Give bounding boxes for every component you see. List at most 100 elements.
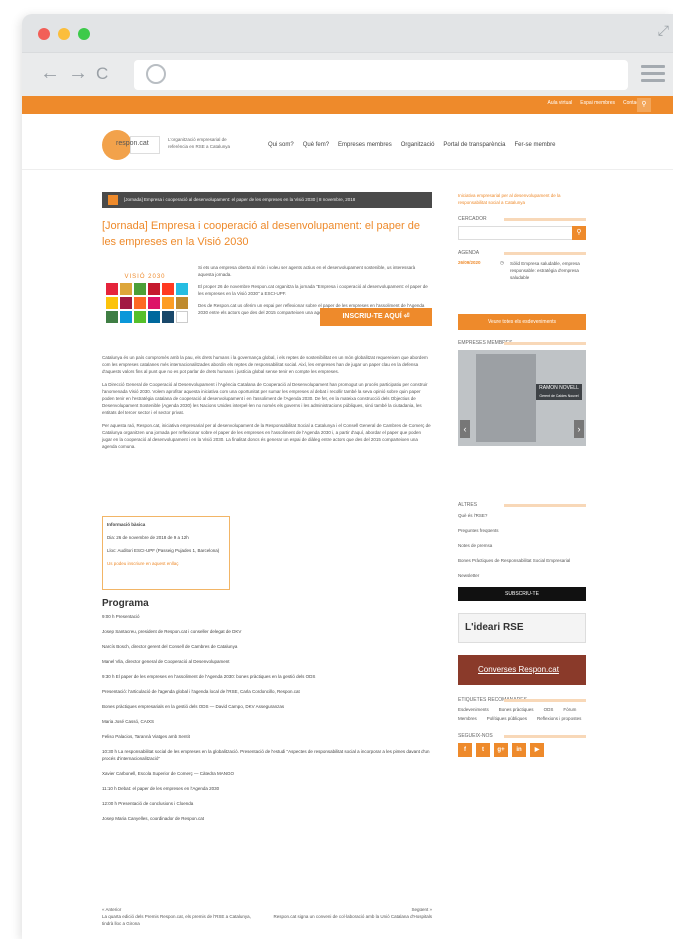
back-icon[interactable]: ← — [40, 62, 60, 85]
home-icon[interactable] — [108, 195, 118, 205]
top-link-aula[interactable]: Aula virtual — [548, 100, 573, 106]
agenda-item[interactable]: 26/09/2020 ◷ Sòlid Empresa saludable, em… — [458, 260, 586, 290]
prev-post[interactable]: « Anterior La quarta edició dels Premis … — [102, 906, 262, 927]
body-paragraph: La Direcció General de Cooperació al Des… — [102, 382, 428, 415]
programa-item: 10:30 h La responsabilitat social de les… — [102, 749, 430, 761]
member-caption: RAMON NOVELL Gerent de Caldes Nouvel — [536, 384, 582, 400]
next-post[interactable]: Següent » Respon.cat signa un conveni de… — [272, 906, 432, 920]
programa-item: Bones pràctiques empresarials en la gest… — [102, 704, 285, 709]
maximize-dot[interactable] — [78, 28, 90, 40]
breadcrumb-text: [Jornada] Empresa i cooperació al desenv… — [124, 197, 356, 202]
google-plus-icon[interactable]: g+ — [494, 743, 508, 757]
tag[interactable]: Esdeveniments — [458, 707, 489, 712]
ideari-banner[interactable]: L'ideari RSE — [458, 613, 586, 643]
tag[interactable]: ODS — [544, 707, 554, 712]
altres-item[interactable]: Bones Pràctiques de Responsabilitat Soci… — [458, 557, 586, 564]
menu-icon[interactable] — [641, 65, 665, 86]
youtube-icon[interactable]: ▶ — [530, 743, 544, 757]
altres-item[interactable]: Preguntes freqüents — [458, 527, 586, 534]
search-icon[interactable]: ⚲ — [572, 226, 586, 240]
clock-icon: ◷ — [500, 260, 504, 265]
agenda-all-button[interactable]: Veure totes els esdeveniments — [458, 314, 586, 330]
menu-item-fer-se-membre[interactable]: Fer-se membre — [514, 142, 555, 148]
forward-icon[interactable]: → — [68, 62, 88, 85]
agenda-date: 26/09/2020 — [458, 260, 481, 265]
menu-item-empreses[interactable]: Empreses membres — [338, 142, 392, 148]
tag[interactable]: Bones pràctiques — [499, 707, 534, 712]
sdg-label: VISIÓ 2030 — [124, 274, 166, 280]
tag[interactable]: Fòrum — [563, 707, 576, 712]
programa-item: Josep Maria Canyelles, coordinador de Re… — [102, 816, 205, 821]
menu-item-que-fem[interactable]: Què fem? — [303, 142, 329, 148]
ideari-text: L'ideari RSE — [465, 622, 524, 633]
browser-toolbar: ← → C — [22, 52, 673, 96]
register-button[interactable]: INSCRIU-TE AQUÍ ⏎ — [320, 308, 432, 326]
programa-item: 9:30 h El paper de les empreses en l'ass… — [102, 674, 316, 679]
programa-item: 9:00 h Presentació — [102, 614, 140, 619]
intro-paragraph: El proper 26 de novembre Respon.cat orga… — [198, 284, 428, 296]
subscribe-button[interactable]: SUBSCRIU-TE — [458, 587, 586, 601]
site-logo[interactable]: respon.cat — [102, 130, 162, 160]
main-menu: Qui som? Què fem? Empreses membres Organ… — [268, 142, 555, 148]
reload-icon[interactable]: C — [96, 64, 108, 84]
tags-heading: ETIQUETES RECOMANADES — [458, 697, 586, 703]
sidebar-intro: Iniciativa empresarial per al desenvolup… — [458, 193, 561, 205]
top-link-espai[interactable]: Espai membres — [580, 100, 615, 106]
twitter-icon[interactable]: t — [476, 743, 490, 757]
intro-paragraph: Si ets una empresa oberta al món i voleu… — [198, 265, 416, 277]
intro-section: VISIÓ 2030 Si ets una empresa oberta al … — [102, 262, 432, 352]
chevron-left-icon[interactable]: ‹ — [460, 420, 470, 438]
body-paragraph: Catalunya és un país compromès amb la pa… — [102, 355, 428, 374]
menu-item-transparencia[interactable]: Portal de transparència — [443, 142, 505, 148]
tag[interactable]: Membres — [458, 716, 477, 721]
facebook-icon[interactable]: f — [458, 743, 472, 757]
social-heading: SEGUEIX-NOS — [458, 733, 586, 739]
site-tagline: L'organització empresarial de referència… — [168, 137, 231, 149]
webpage: Aula virtual Espai membres Contacte ⚲ re… — [22, 96, 673, 939]
breadcrumb: [Jornada] Empresa i cooperació al desenv… — [102, 192, 432, 208]
search-icon[interactable]: ⚲ — [637, 98, 651, 112]
tag[interactable]: Reflexions i propostes — [537, 716, 581, 721]
info-dia: Dia: 26 de novembre de 2018 de 9 a 12h — [107, 535, 189, 540]
search-heading: CERCADOR — [458, 216, 586, 222]
social-links: f t g+ in ▶ — [458, 743, 586, 757]
expand-icon[interactable]: ⤢ — [658, 22, 669, 39]
tags-list: Esdeveniments Bones pràctiques ODS Fòrum… — [458, 707, 586, 721]
programa-item: 12:00 h Presentació de conclusions i Clo… — [102, 801, 194, 806]
info-box: Informació bàsica Dia: 26 de novembre de… — [102, 516, 230, 590]
tag[interactable]: Polítiques públiques — [487, 716, 527, 721]
menu-item-organitzacio[interactable]: Organització — [401, 142, 435, 148]
chevron-right-icon[interactable]: › — [574, 420, 584, 438]
agenda-text: Sòlid Empresa saludable, empresa respons… — [510, 261, 580, 280]
title-bar: ⤢ — [22, 14, 673, 52]
info-link[interactable]: Us podeu inscriure en aquest enllaç — [107, 560, 225, 567]
programa-section: Programa 9:00 h Presentació Josep Santac… — [102, 598, 432, 830]
agenda-heading: AGENDA — [458, 250, 586, 256]
sidebar: Iniciativa empresarial per al desenvolup… — [458, 192, 586, 757]
minimize-dot[interactable] — [58, 28, 70, 40]
programa-item: Josep Santacreu, president de Respon.cat… — [102, 629, 242, 634]
altres-item[interactable]: Notes de premsa — [458, 542, 586, 549]
article: [Jornada] Empresa i cooperació al desenv… — [102, 192, 432, 449]
converses-banner[interactable]: Converses Respon.cat — [458, 655, 586, 685]
programa-item: Feliso Palacios, Tarannà Viatges amb Sen… — [102, 734, 190, 739]
info-title: Informació bàsica — [107, 522, 146, 527]
url-bar[interactable] — [134, 60, 628, 90]
info-lloc: Lloc: Auditori ESCI-UPF (Passeig Pujades… — [107, 548, 220, 553]
page-title: [Jornada] Empresa i cooperació al desenv… — [102, 220, 420, 248]
close-dot[interactable] — [38, 28, 50, 40]
linkedin-icon[interactable]: in — [512, 743, 526, 757]
prev-title: La quarta edició dels Premis Respon.cat,… — [102, 914, 251, 926]
member-role: Gerent de Caldes Nouvel — [539, 394, 579, 398]
altres-item[interactable]: Què és l'RSE? — [458, 512, 586, 519]
search-input[interactable]: ⚲ — [458, 226, 586, 240]
programa-item: Xavier Carbonell, Escola Superior de Com… — [102, 771, 235, 776]
programa-heading: Programa — [102, 598, 149, 609]
programa-item: Narcís Bosch, director gerent del Consel… — [102, 644, 238, 649]
logo-text: respon.cat — [116, 140, 149, 147]
next-title: Respon.cat signa un conveni de col·labor… — [273, 914, 432, 919]
altres-item[interactable]: Newsletter — [458, 572, 586, 579]
converses-text: Converses Respon.cat — [478, 665, 559, 674]
top-bar: Aula virtual Espai membres Contacte ⚲ — [22, 96, 673, 114]
menu-item-qui-som[interactable]: Qui som? — [268, 142, 294, 148]
